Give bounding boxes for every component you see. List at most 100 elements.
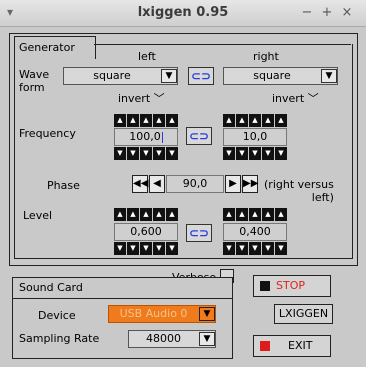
freq-right-down-5[interactable]: ▼ <box>275 147 287 160</box>
freq-right-down-buttons[interactable]: ▼ ▼ ▼ ▼ ▼ <box>223 147 287 160</box>
freq-left-up-2[interactable]: ▲ <box>127 114 139 127</box>
freq-left-down-3[interactable]: ▼ <box>140 147 152 160</box>
level-right-down-1[interactable]: ▼ <box>223 242 235 255</box>
freq-right-up-2[interactable]: ▲ <box>236 114 248 127</box>
tab-generator[interactable]: Generator <box>14 36 96 59</box>
level-left-up-5[interactable]: ▲ <box>166 208 178 221</box>
waveform-left-value: square <box>93 69 131 82</box>
level-left-down-3[interactable]: ▼ <box>140 242 152 255</box>
level-left-down-buttons[interactable]: ▼ ▼ ▼ ▼ ▼ <box>114 242 178 255</box>
level-left-up-buttons[interactable]: ▲ ▲ ▲ ▲ ▲ <box>114 208 178 221</box>
freq-left-up-5[interactable]: ▲ <box>166 114 178 127</box>
phase-fast-increase-button[interactable]: ▶▶ <box>242 175 258 193</box>
phase-value[interactable]: 90,0 <box>166 175 224 193</box>
device-value: USB Audio 0 <box>119 307 188 320</box>
level-right-up-4[interactable]: ▲ <box>262 208 274 221</box>
freq-right-up-4[interactable]: ▲ <box>262 114 274 127</box>
freq-left-up-4[interactable]: ▲ <box>153 114 165 127</box>
exit-indicator <box>260 341 270 351</box>
level-right-up-buttons[interactable]: ▲ ▲ ▲ ▲ ▲ <box>223 208 287 221</box>
exit-button[interactable]: EXIT <box>253 335 331 357</box>
level-left-down-5[interactable]: ▼ <box>166 242 178 255</box>
freq-left-input[interactable]: 100,0 <box>114 128 178 146</box>
title-bar[interactable]: ▾ lxiggen 0.95 − + × <box>0 0 366 27</box>
level-left-down-4[interactable]: ▼ <box>153 242 165 255</box>
level-right-down-5[interactable]: ▼ <box>275 242 287 255</box>
waveform-label: Wave form <box>19 68 50 94</box>
freq-right-input[interactable]: 10,0 <box>223 128 287 146</box>
freq-left-up-buttons[interactable]: ▲ ▲ ▲ ▲ ▲ <box>114 114 178 127</box>
device-label: Device <box>38 309 76 322</box>
sampling-rate-value: 48000 <box>146 332 181 345</box>
freq-right-up-5[interactable]: ▲ <box>275 114 287 127</box>
arrow-down-icon[interactable]: ▼ <box>199 332 215 346</box>
level-left-up-4[interactable]: ▲ <box>153 208 165 221</box>
freq-right-down-1[interactable]: ▼ <box>223 147 235 160</box>
invert-right-toggle[interactable]: invert ﹀ <box>272 90 319 106</box>
close-button[interactable]: × <box>338 4 356 22</box>
freq-right-up-1[interactable]: ▲ <box>223 114 235 127</box>
stop-button[interactable]: STOP <box>253 275 331 297</box>
device-select[interactable]: USB Audio 0 ▼ <box>108 305 216 323</box>
maximize-button[interactable]: + <box>318 4 336 22</box>
freq-left-down-5[interactable]: ▼ <box>166 147 178 160</box>
level-left-up-2[interactable]: ▲ <box>127 208 139 221</box>
freq-left-up-3[interactable]: ▲ <box>140 114 152 127</box>
level-right-up-2[interactable]: ▲ <box>236 208 248 221</box>
minimize-button[interactable]: − <box>298 4 316 22</box>
level-left-down-2[interactable]: ▼ <box>127 242 139 255</box>
freq-left-down-4[interactable]: ▼ <box>153 147 165 160</box>
level-left-down-1[interactable]: ▼ <box>114 242 126 255</box>
freq-left-up-1[interactable]: ▲ <box>114 114 126 127</box>
right-channel-label: right <box>253 50 279 63</box>
stop-indicator <box>260 281 270 291</box>
level-right-up-5[interactable]: ▲ <box>275 208 287 221</box>
level-left-up-3[interactable]: ▲ <box>140 208 152 221</box>
phase-note: (right versus left) <box>264 178 334 204</box>
waveform-link-button[interactable]: ⊂⊃ <box>188 67 214 85</box>
app-window: ▾ lxiggen 0.95 − + × Generator left righ… <box>0 0 366 367</box>
link-chain-icon: ⊂⊃ <box>188 129 210 143</box>
link-chain-icon: ⊂⊃ <box>190 69 212 83</box>
level-right-down-3[interactable]: ▼ <box>249 242 261 255</box>
arrow-down-icon[interactable]: ▼ <box>321 69 337 83</box>
frequency-link-button[interactable]: ⊂⊃ <box>186 127 212 145</box>
level-right-up-1[interactable]: ▲ <box>223 208 235 221</box>
freq-left-down-buttons[interactable]: ▼ ▼ ▼ ▼ ▼ <box>114 147 178 160</box>
level-right-up-3[interactable]: ▲ <box>249 208 261 221</box>
tab-divider <box>94 44 351 45</box>
freq-right-down-2[interactable]: ▼ <box>236 147 248 160</box>
freq-right-up-buttons[interactable]: ▲ ▲ ▲ ▲ ▲ <box>223 114 287 127</box>
phase-fast-decrease-button[interactable]: ◀◀ <box>132 175 148 193</box>
sound-card-header: Sound Card <box>13 278 232 299</box>
level-left-input[interactable]: 0,600 <box>114 223 178 241</box>
level-link-button[interactable]: ⊂⊃ <box>186 224 212 242</box>
link-chain-icon: ⊂⊃ <box>188 226 210 240</box>
chevron-down-icon: ﹀ <box>153 92 165 105</box>
chevron-down-icon: ﹀ <box>307 92 319 105</box>
arrow-down-icon[interactable]: ▼ <box>161 69 177 83</box>
freq-right-up-3[interactable]: ▲ <box>249 114 261 127</box>
level-right-down-2[interactable]: ▼ <box>236 242 248 255</box>
freq-right-down-3[interactable]: ▼ <box>249 147 261 160</box>
phase-decrease-button[interactable]: ◀ <box>149 175 165 193</box>
level-right-down-buttons[interactable]: ▼ ▼ ▼ ▼ ▼ <box>223 242 287 255</box>
left-channel-label: left <box>138 50 156 63</box>
lxiggen-button[interactable]: LXIGGEN <box>274 304 333 324</box>
waveform-right-select[interactable]: square ▼ <box>223 67 338 85</box>
level-left-up-1[interactable]: ▲ <box>114 208 126 221</box>
invert-left-toggle[interactable]: invert ﹀ <box>118 90 165 106</box>
arrow-down-icon[interactable]: ▼ <box>199 307 215 321</box>
level-right-down-4[interactable]: ▼ <box>262 242 274 255</box>
sampling-rate-label: Sampling Rate <box>19 332 100 345</box>
waveform-left-select[interactable]: square ▼ <box>63 67 178 85</box>
freq-left-down-2[interactable]: ▼ <box>127 147 139 160</box>
level-label: Level <box>23 209 53 222</box>
sound-card-title: Sound Card <box>19 281 83 294</box>
sampling-rate-select[interactable]: 48000 ▼ <box>128 330 216 348</box>
freq-right-down-4[interactable]: ▼ <box>262 147 274 160</box>
frequency-label: Frequency <box>19 127 76 140</box>
phase-increase-button[interactable]: ▶ <box>225 175 241 193</box>
freq-left-down-1[interactable]: ▼ <box>114 147 126 160</box>
level-right-input[interactable]: 0,400 <box>223 223 287 241</box>
